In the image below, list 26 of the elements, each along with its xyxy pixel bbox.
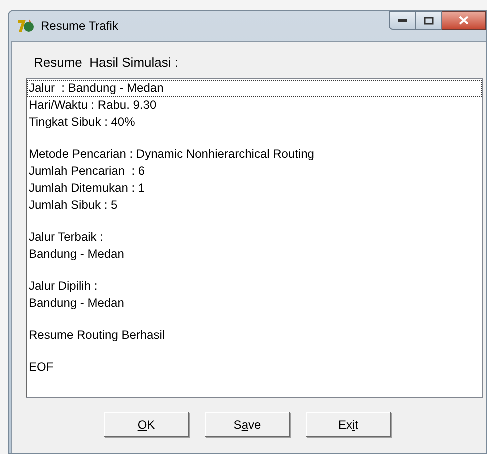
list-item[interactable]: Hari/Waktu : Rabu. 9.30 [27, 97, 482, 114]
list-item[interactable]: Bandung - Medan [27, 246, 482, 263]
minimize-icon [398, 19, 407, 22]
list-item[interactable]: Jalur : Bandung - Medan [27, 80, 482, 97]
dialog-button[interactable]: Save [205, 412, 290, 437]
maximize-icon [424, 16, 434, 24]
maximize-button[interactable] [416, 11, 442, 30]
list-item[interactable]: Jumlah Ditemukan : 1 [27, 180, 482, 197]
app-icon [17, 18, 35, 34]
list-item[interactable]: Tingkat Sibuk : 40% [27, 114, 482, 131]
close-icon [458, 16, 468, 25]
list-item[interactable]: Jumlah Sibuk : 5 [27, 197, 482, 214]
list-item[interactable]: Bandung - Medan [27, 295, 482, 312]
result-listbox[interactable] [26, 78, 483, 398]
dialog-button[interactable]: OK [104, 412, 189, 437]
window-title: Resume Trafik [41, 18, 118, 35]
list-item[interactable]: Jumlah Pencarian : 6 [27, 163, 482, 180]
dialog-button[interactable]: Exit [306, 412, 391, 437]
list-item[interactable]: EOF [27, 359, 482, 376]
list-item[interactable]: Jalur Terbaik : [27, 229, 482, 246]
list-item[interactable]: Jalur Dipilih : [27, 278, 482, 295]
list-item[interactable]: Metode Pencarian : Dynamic Nonhierarchical Routing [27, 146, 482, 163]
list-item[interactable]: Resume Routing Berhasil [27, 327, 482, 344]
section-label: Resume Hasil Simulasi : [34, 55, 180, 71]
minimize-button[interactable] [389, 11, 416, 30]
close-button[interactable] [442, 11, 486, 30]
